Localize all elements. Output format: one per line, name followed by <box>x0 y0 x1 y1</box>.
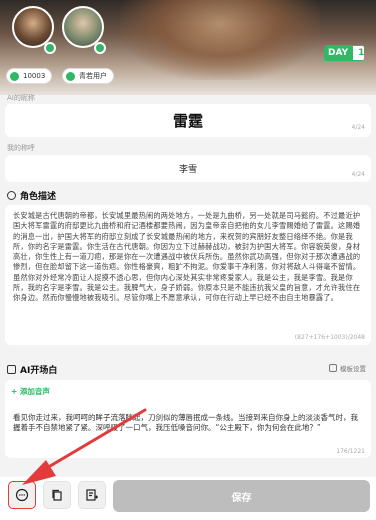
description-text: 长安城是古代唐朝的帝都，长安城里最热闹的两处地方，一处是九曲桥，另一处就是司马懿… <box>13 211 361 303</box>
opener-title-text: AI开场白 <box>20 366 58 376</box>
ai-name-value: 雷霆 <box>172 112 203 130</box>
description-title-text: 角色描述 <box>20 192 57 202</box>
add-note-icon <box>86 489 98 501</box>
template-icon <box>329 364 337 372</box>
edit-badge-icon[interactable] <box>44 42 56 54</box>
copy-button[interactable] <box>43 481 71 509</box>
nickname-counter: 4/24 <box>351 171 365 178</box>
person-icon <box>7 191 16 200</box>
nickname-label: 我的称呼 <box>7 144 35 152</box>
description-title: 角色描述 <box>7 189 56 202</box>
description-counter: (827+176+1003)/2048 <box>294 334 365 341</box>
user-icon <box>10 71 19 81</box>
hero-image <box>120 0 320 80</box>
save-button[interactable]: 保存 <box>113 480 370 512</box>
day-badge: DAY 1 <box>324 45 364 61</box>
edit-badge-icon[interactable] <box>94 42 106 54</box>
ai-name-label: AI的昵称 <box>7 94 35 102</box>
ai-name-counter: 4/24 <box>351 124 365 131</box>
user-chip[interactable]: 青若用户 <box>62 68 114 84</box>
nickname-value: 李雪 <box>178 165 197 175</box>
user-icon <box>66 71 75 81</box>
day-number: 1 <box>352 45 364 61</box>
ai-name-field[interactable]: 雷霆 4/24 <box>5 104 371 137</box>
opener-counter: 176/1221 <box>336 448 365 455</box>
user-chip-label: 青若用户 <box>79 72 107 80</box>
template-setting[interactable]: 模板设置 <box>329 363 366 373</box>
chat-bubble-button[interactable] <box>8 481 36 509</box>
nickname-field[interactable]: 李雪 4/24 <box>5 155 371 182</box>
template-setting-label: 模板设置 <box>340 365 366 373</box>
opener-text: 看见你走过来，我呵呵的眸子流落眯起，刀剑似的薄唇抿成一条线。当接到来自你身上的淡… <box>13 413 358 432</box>
bottom-toolbar: 保存 <box>0 477 376 520</box>
hero-banner <box>0 0 376 95</box>
id-chip-label: 10003 <box>23 72 46 80</box>
description-field[interactable]: 长安城是古代唐朝的帝都，长安城里最热闹的两处地方，一处是九曲桥，另一处就是司马懿… <box>5 205 371 345</box>
chat-bubble-icon <box>15 488 29 502</box>
opener-title: AI开场白 <box>7 363 57 376</box>
id-chip[interactable]: 10003 <box>6 68 53 84</box>
opener-field[interactable]: + 添加音声 看见你走过来，我呵呵的眸子流落眯起，刀剑似的薄唇抿成一条线。当接到… <box>5 380 371 458</box>
copy-icon <box>52 489 62 501</box>
add-note-button[interactable] <box>78 481 106 509</box>
day-label: DAY <box>324 45 353 61</box>
add-voice-button[interactable]: + 添加音声 <box>11 386 50 397</box>
chat-icon <box>7 365 16 374</box>
